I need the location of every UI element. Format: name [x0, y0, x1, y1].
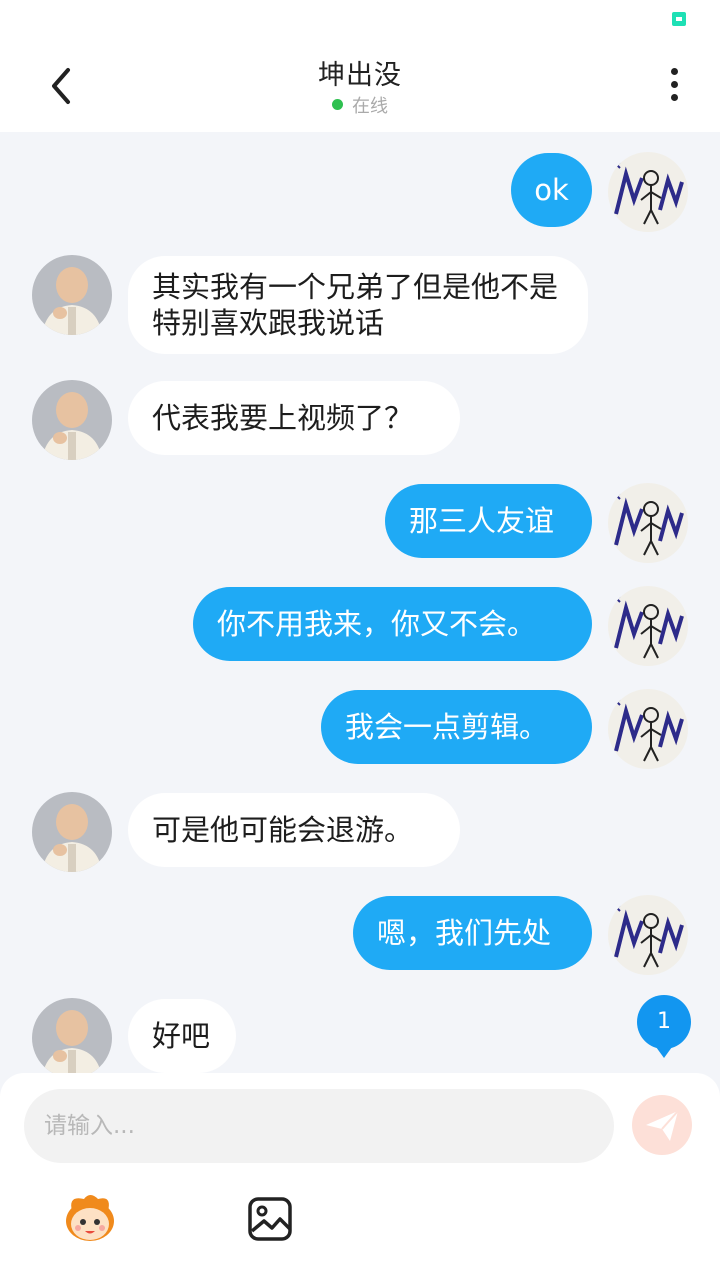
my-avatar[interactable] — [608, 689, 688, 769]
image-button[interactable] — [246, 1195, 294, 1243]
status-bar — [0, 0, 720, 40]
message-bubble-outgoing[interactable]: 我会一点剪辑。 — [321, 690, 592, 764]
app-status-icon — [672, 12, 686, 26]
message-bubble-outgoing[interactable]: 嗯，我们先处 — [353, 896, 592, 970]
image-icon — [248, 1197, 292, 1241]
more-options-button[interactable] — [658, 64, 690, 108]
more-vertical-icon — [670, 68, 678, 75]
online-status: 在线 — [0, 92, 720, 118]
chat-header: 坤出没 在线 — [0, 40, 720, 132]
online-status-label: 在线 — [352, 96, 388, 117]
message-bubble-incoming[interactable]: 其实我有一个兄弟了但是他不是特别喜欢跟我说话 — [128, 256, 588, 354]
online-dot — [332, 99, 343, 110]
message-composer — [0, 1073, 720, 1280]
man-portrait-image — [32, 380, 112, 460]
message-bubble-incoming[interactable]: 好吧 — [128, 999, 236, 1073]
more-dot — [670, 94, 678, 101]
mascot-emoji-icon — [66, 1195, 114, 1241]
sketch-avatar-image — [608, 483, 688, 563]
sketch-avatar-image — [608, 895, 688, 975]
unread-count-badge[interactable]: 1 — [637, 995, 691, 1058]
message-bubble-outgoing[interactable]: ok — [511, 153, 592, 227]
man-portrait-image — [32, 255, 112, 335]
paper-plane-icon — [646, 1110, 679, 1141]
my-avatar[interactable] — [608, 586, 688, 666]
contact-avatar[interactable] — [32, 380, 112, 460]
emoji-button[interactable] — [60, 1191, 120, 1243]
man-portrait-image — [32, 792, 112, 872]
contact-name: 坤出没 — [318, 60, 402, 91]
message-input[interactable] — [24, 1089, 614, 1163]
sketch-avatar-image — [608, 586, 688, 666]
send-button[interactable] — [632, 1095, 692, 1155]
my-avatar[interactable] — [608, 483, 688, 563]
message-bubble-outgoing[interactable]: 那三人友谊 — [385, 484, 592, 558]
my-avatar[interactable] — [608, 895, 688, 975]
sketch-avatar-image — [608, 689, 688, 769]
contact-avatar[interactable] — [32, 998, 112, 1078]
contact-avatar[interactable] — [32, 792, 112, 872]
message-bubble-incoming[interactable]: 代表我要上视频了？ — [128, 381, 460, 455]
chat-screen: 坤出没 在线 ok 其实我有一个兄弟了但是他不是特别喜欢跟我说话 代表我要上视频… — [0, 0, 720, 1280]
more-dot — [670, 81, 678, 88]
message-bubble-outgoing[interactable]: 你不用我来，你又不会。 — [193, 587, 592, 661]
man-portrait-image — [32, 998, 112, 1078]
sketch-avatar-image — [608, 152, 688, 232]
message-bubble-incoming[interactable]: 可是他可能会退游。 — [128, 793, 460, 867]
my-avatar[interactable] — [608, 152, 688, 232]
contact-avatar[interactable] — [32, 255, 112, 335]
